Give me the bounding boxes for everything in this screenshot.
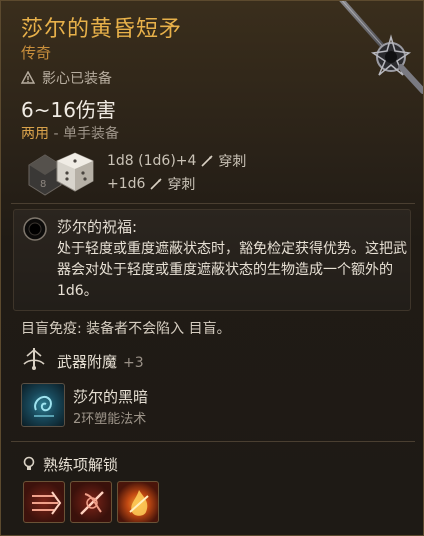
roll-damage-type: 穿刺 xyxy=(167,177,196,193)
skill-slot-piercing-strike[interactable] xyxy=(70,481,112,523)
spell-slot[interactable] xyxy=(21,383,65,427)
skill-slot-flame-strike[interactable] xyxy=(117,481,159,523)
item-rarity: 传奇 xyxy=(21,44,52,62)
piercing-strike-icon xyxy=(80,491,104,515)
enchantment-name: 武器附魔 xyxy=(57,353,118,371)
spear-icon xyxy=(339,1,423,94)
piercing-icon xyxy=(150,178,163,190)
piercing-icon xyxy=(201,155,213,167)
dark-orb-icon xyxy=(23,217,47,241)
divider xyxy=(11,203,415,204)
damage-range: 6~16伤害 xyxy=(21,98,116,122)
blind-immunity: 目盲免疫: 装备者不会陷入 目盲。 xyxy=(21,321,231,337)
blessing-text: 处于轻度或重度遮蔽状态时，豁免检定获得优势。这把武器会对处于轻度或重度遮蔽状态的… xyxy=(57,241,407,299)
divider xyxy=(11,441,415,442)
blessing-title: 莎尔的祝福: xyxy=(57,218,138,236)
damage-roll-bonus: +1d6 穿刺 xyxy=(107,174,195,194)
roll-text: +1d6 xyxy=(107,176,146,192)
roll-text: 1d8 (1d6)+4 xyxy=(107,153,197,169)
handedness-detail: - 单手装备 xyxy=(53,126,119,142)
dice-icon: 8 xyxy=(28,152,94,196)
item-tooltip: 莎尔的黄昏短矛 传奇 影心已装备 6~16伤害 两用 - 单手装备 8 1d8 … xyxy=(0,0,424,536)
handedness: 两用 - 单手装备 xyxy=(21,123,119,143)
equip-status: 影心已装备 xyxy=(21,68,112,88)
enchantment-bonus: +3 xyxy=(123,355,144,371)
spell-level: 2环塑能法术 xyxy=(73,412,147,427)
spell-name[interactable]: 莎尔的黑暗 xyxy=(73,386,148,407)
shadow-swirl-icon xyxy=(34,396,54,417)
item-name: 莎尔的黄昏短矛 xyxy=(21,17,183,42)
equip-status-text: 影心已装备 xyxy=(42,71,112,87)
rush-attack-icon xyxy=(32,491,62,515)
proficiency-label: 熟练项解锁 xyxy=(43,456,119,474)
skill-slot-rush-attack[interactable] xyxy=(23,481,65,523)
enchantment-icon xyxy=(23,348,45,370)
damage-roll-primary: 1d8 (1d6)+4 穿刺 xyxy=(107,151,246,171)
handedness-type: 两用 xyxy=(21,126,49,142)
flame-strike-icon xyxy=(129,490,149,516)
proficiency-icon xyxy=(23,456,35,470)
roll-damage-type: 穿刺 xyxy=(218,154,247,170)
die-face-8: 8 xyxy=(40,179,46,190)
enchantment-label: 武器附魔 +3 xyxy=(57,351,144,372)
warning-icon xyxy=(21,71,35,84)
